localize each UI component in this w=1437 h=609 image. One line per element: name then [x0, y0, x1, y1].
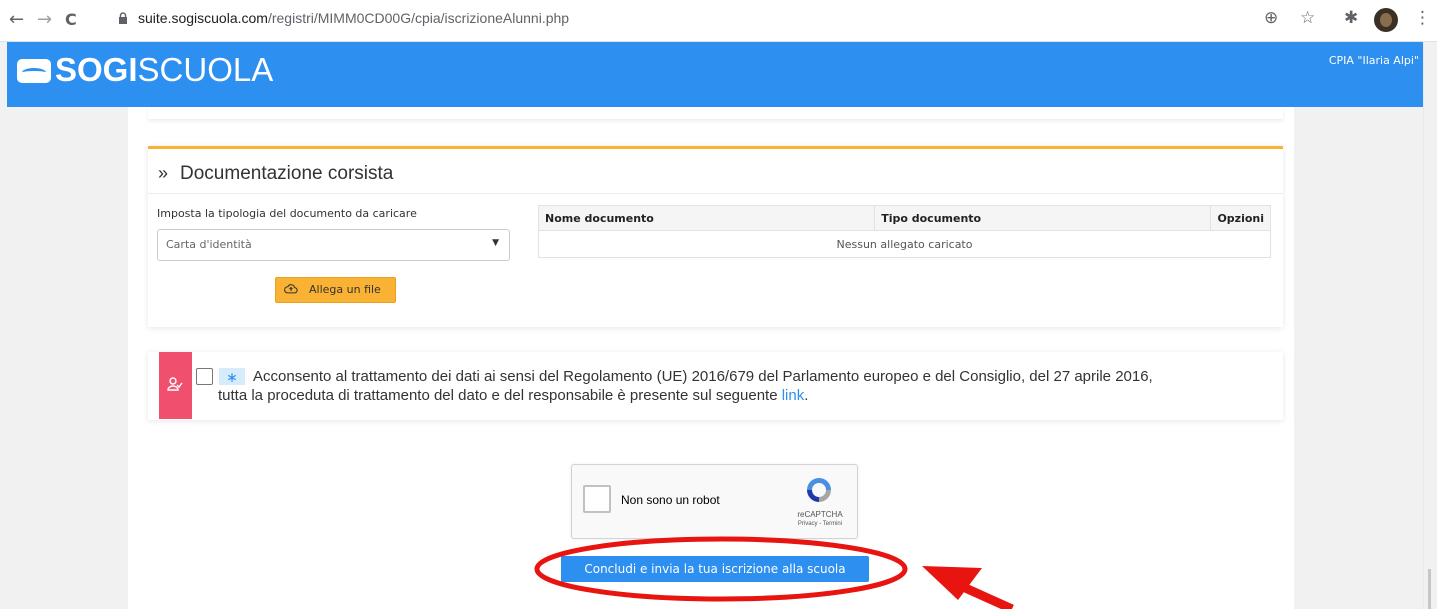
- document-type-select[interactable]: Carta d'identità ▼: [157, 229, 510, 261]
- reload-icon[interactable]: C: [65, 9, 77, 31]
- consent-text-line2: tutta la proceduta di trattamento del da…: [218, 386, 808, 405]
- attach-file-label: Allega un file: [309, 283, 381, 296]
- logo[interactable]: SOGISCUOLA: [17, 50, 273, 90]
- documents-title: » Documentazione corsista: [158, 163, 393, 185]
- recaptcha-widget: Non sono un robot reCAPTCHA Privacy - Te…: [571, 464, 858, 539]
- required-asterisk-icon: ∗: [219, 368, 245, 386]
- school-name: CPIA "Ilaria Alpi": [1328, 54, 1419, 67]
- back-icon[interactable]: ←: [9, 9, 24, 31]
- forward-icon[interactable]: →: [37, 9, 52, 31]
- browser-toolbar: ← → C suite.sogiscuola.com/registri/MIMM…: [0, 0, 1437, 42]
- recaptcha-logo-icon: [807, 478, 831, 502]
- previous-card: [148, 107, 1283, 119]
- column-header-options: Opzioni: [1210, 205, 1271, 231]
- logo-wave-icon: [17, 59, 51, 83]
- recaptcha-label: Non sono un robot: [621, 493, 720, 507]
- table-row: Nessun allegato caricato: [538, 230, 1271, 258]
- column-header-name: Nome documento: [537, 205, 876, 231]
- profile-avatar[interactable]: [1374, 8, 1398, 32]
- url-host: suite.sogiscuola.com: [138, 10, 268, 26]
- consent-checkbox[interactable]: [196, 368, 213, 385]
- star-icon[interactable]: ☆: [1300, 8, 1315, 28]
- cloud-upload-icon: [284, 284, 298, 294]
- column-header-type: Tipo documento: [874, 205, 1212, 231]
- recaptcha-links[interactable]: Privacy - Termini: [790, 521, 850, 527]
- consent-side-bar: [159, 352, 192, 419]
- document-type-value: Carta d'identità: [166, 238, 252, 251]
- recaptcha-checkbox[interactable]: [583, 485, 611, 513]
- logo-light: SCUOLA: [137, 51, 274, 88]
- scrollbar-thumb[interactable]: [1428, 569, 1431, 609]
- consent-text-period: .: [804, 387, 809, 404]
- extensions-icon[interactable]: ✱: [1344, 8, 1358, 28]
- lock-icon: [119, 12, 127, 24]
- consent-text-line1: Acconsento al trattamento dei dati ai se…: [253, 368, 1153, 385]
- logo-bold: SOGI: [55, 51, 138, 88]
- attach-file-button[interactable]: Allega un file: [275, 277, 396, 303]
- url-path: /registri/MIMM0CD00G/cpia/iscrizioneAlun…: [267, 10, 570, 26]
- empty-table-message: Nessun allegato caricato: [538, 230, 1271, 258]
- documents-table: Nome documento Tipo documento Opzioni Ne…: [537, 205, 1271, 258]
- chevron-right-icon: »: [158, 163, 169, 183]
- caret-down-icon: ▼: [492, 238, 499, 248]
- consent-panel: ∗ Acconsento al trattamento dei dati ai …: [148, 352, 1283, 420]
- divider: [148, 193, 1283, 194]
- recaptcha-brand: reCAPTCHA: [797, 510, 843, 519]
- documents-card: » Documentazione corsista Imposta la tipo…: [148, 146, 1283, 327]
- documents-title-text: Documentazione corsista: [180, 163, 394, 184]
- user-check-icon: [167, 377, 183, 391]
- app-header: SOGISCUOLA CPIA "Ilaria Alpi": [7, 42, 1423, 107]
- zoom-icon[interactable]: ⊕: [1264, 8, 1278, 28]
- submit-enrollment-button[interactable]: Concludi e invia la tua iscrizione alla …: [561, 556, 869, 582]
- address-bar[interactable]: suite.sogiscuola.com/registri/MIMM0CD00G…: [118, 10, 569, 26]
- privacy-link[interactable]: link: [782, 387, 805, 404]
- document-type-label: Imposta la tipologia del documento da ca…: [157, 207, 417, 220]
- scrollbar[interactable]: [1423, 42, 1437, 609]
- menu-icon[interactable]: ⋮: [1414, 8, 1431, 28]
- consent-text-line2-body: tutta la proceduta di trattamento del da…: [218, 387, 782, 404]
